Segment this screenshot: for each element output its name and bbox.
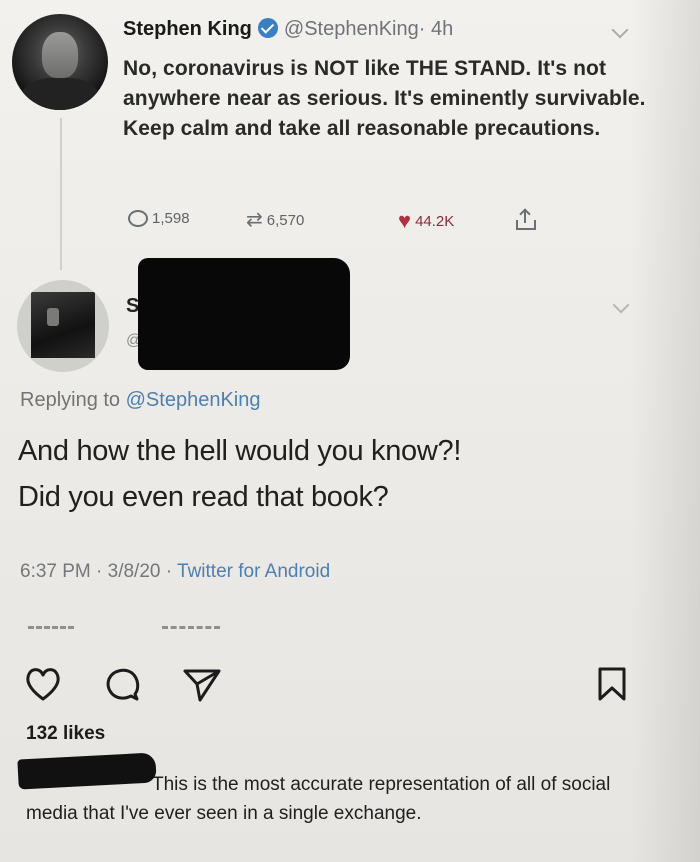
replying-to: Replying to @StephenKing: [20, 389, 261, 411]
mention-link[interactable]: @StephenKing: [126, 389, 261, 411]
retweet-icon: ⇄: [246, 209, 263, 231]
retweet-count: 6,570: [266, 211, 305, 229]
tweet-time: · 4h: [418, 18, 454, 40]
reply-text: And how the hell would you know?! Did yo…: [18, 435, 462, 513]
author-name[interactable]: Stephen King: [123, 18, 252, 40]
tweet-text: No, coronavirus is NOT like THE STAND. I…: [123, 57, 646, 140]
tweet-stephen-king[interactable]: Stephen King @StephenKing· 4h No, coronav…: [0, 0, 660, 255]
thread-line: [60, 118, 62, 270]
likes-count[interactable]: 132 likes: [26, 723, 105, 745]
avatar[interactable]: [12, 14, 108, 110]
redaction-bar: [138, 258, 350, 370]
like-count: 44.2K: [415, 212, 455, 230]
chevron-down-icon[interactable]: [611, 21, 629, 39]
screenshot-page: Stephen King @StephenKing· 4h No, coronav…: [0, 0, 700, 862]
like-button[interactable]: ♥ 44.2K: [398, 210, 454, 232]
tweet-header: Stephen King @StephenKing· 4h: [123, 18, 453, 41]
reply-avatar[interactable]: [17, 280, 109, 372]
divider: [162, 626, 220, 633]
reply-count: 1,598: [152, 210, 190, 227]
share-icon: [516, 208, 536, 230]
retweet-button[interactable]: ⇄ 6,570: [246, 210, 304, 230]
verified-badge-icon: [257, 18, 278, 38]
bookmark-icon[interactable]: [597, 666, 627, 702]
share-button[interactable]: [516, 208, 536, 230]
reply-timestamp: 6:37 PM · 3/8/20 · Twitter for Android: [20, 561, 331, 582]
reply-button[interactable]: 1,598: [128, 210, 190, 227]
chevron-down-icon[interactable]: [612, 296, 630, 314]
comment-icon[interactable]: [105, 667, 141, 703]
author-handle[interactable]: @StephenKing: [284, 18, 419, 40]
reply-icon: [128, 210, 148, 227]
avatar-shirt: [22, 78, 98, 110]
send-icon[interactable]: [182, 667, 222, 703]
heart-icon: ♥: [398, 208, 412, 233]
avatar-face: [42, 32, 78, 78]
heart-icon[interactable]: [24, 666, 62, 702]
divider: [28, 626, 74, 633]
client-link[interactable]: Twitter for Android: [177, 561, 330, 582]
